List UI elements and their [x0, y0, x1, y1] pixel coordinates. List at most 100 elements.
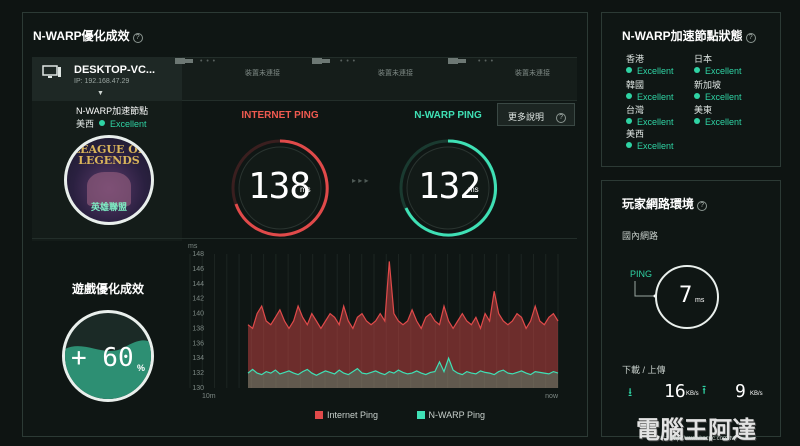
legend-nwarp: N-WARP Ping	[416, 410, 485, 420]
node-status: Excellent	[626, 91, 674, 103]
status-dot	[694, 93, 700, 99]
ping-history-chart: ms 130 132 134 136 138 140 142 144 146 148 10m now	[188, 243, 559, 400]
device-ip: IP: 192.168.47.29	[74, 78, 130, 85]
status-dot	[626, 93, 632, 99]
legend-swatch	[416, 411, 425, 419]
node-status: Excellent	[626, 116, 674, 128]
transfer-label: 下載 / 上傳	[622, 365, 666, 375]
slot-dots: • • •	[200, 58, 216, 65]
y-tick-label: 140	[192, 311, 204, 318]
plug-icon	[448, 58, 466, 64]
node-heading: N-WARP加速節點	[76, 106, 149, 116]
y-tick-label: 132	[192, 370, 204, 377]
legend-internet: Internet Ping	[315, 410, 378, 420]
more-info-button[interactable]: 更多說明?	[497, 103, 575, 126]
help-icon[interactable]: ?	[745, 33, 756, 43]
nwarp-ping-unit: ms	[468, 185, 479, 194]
node-region: 美西	[76, 119, 95, 129]
help-icon: ?	[556, 113, 567, 123]
chart-legend: Internet Ping N-WARP Ping	[315, 405, 485, 423]
y-axis-unit: ms	[188, 243, 198, 250]
y-tick-label: 144	[192, 281, 204, 288]
panel-title: N-WARP加速節點狀態?	[622, 27, 756, 44]
nodes-status-panel: N-WARP加速節點狀態? 香港 Excellent 日本 Excellent 韓國 Ex…	[601, 12, 781, 167]
slot-dots: • • •	[340, 58, 356, 65]
y-tick-label: 130	[192, 385, 204, 392]
arrows-icon: ▸ ▸ ▸	[352, 176, 369, 185]
node-status: Excellent	[626, 65, 674, 77]
upload-value: 9	[735, 381, 746, 402]
slot-status-1: 裝置未連接	[245, 70, 280, 77]
internet-ping-label: INTERNET PING	[241, 110, 319, 121]
status-dot	[694, 67, 700, 73]
domestic-label: 國內網路	[622, 231, 659, 241]
help-icon[interactable]: ?	[132, 33, 143, 43]
internet-ping-unit: ms	[300, 185, 311, 194]
node-name: 美西	[626, 129, 645, 139]
nwarp-ping-label: N-WARP PING	[414, 110, 482, 121]
upload-icon: ⭱	[702, 383, 707, 397]
node-status: Excellent	[694, 116, 742, 128]
x-tick-label: 10m	[202, 393, 216, 400]
game-name: 英雄聯盟	[90, 202, 127, 212]
optimization-label: 遊戲優化成效	[72, 282, 145, 296]
download-unit: KB/s	[686, 391, 699, 397]
y-tick-label: 146	[192, 266, 204, 273]
y-tick-label: 142	[192, 296, 204, 303]
monitor-icon	[42, 65, 61, 78]
optimization-unit: %	[137, 363, 146, 373]
node-status: Excellent	[694, 91, 742, 103]
plug-icon	[175, 58, 193, 64]
status-dot	[694, 118, 700, 124]
plug-icon	[312, 58, 330, 64]
status-dot	[626, 142, 632, 148]
panel-title: 玩家網路環境?	[622, 195, 708, 212]
node-status-text: Excellent	[110, 119, 147, 129]
node-status: 美西 Excellent	[76, 117, 147, 130]
divider	[32, 238, 577, 239]
device-cell[interactable]: DESKTOP-VC... IP: 192.168.47.29 ▼	[32, 57, 182, 101]
optimization-gauge: + 60 %	[62, 310, 154, 402]
legend-swatch	[315, 411, 323, 419]
download-value: 16	[664, 381, 686, 402]
node-item: 香港 Excellent	[626, 53, 674, 77]
node-status: Excellent	[626, 140, 674, 152]
node-item: 美東 Excellent	[694, 104, 742, 128]
node-item: 新加坡 Excellent	[694, 79, 742, 103]
device-name: DESKTOP-VC...	[74, 64, 156, 76]
slot-dots: • • •	[478, 58, 494, 65]
node-item: 日本 Excellent	[694, 53, 742, 77]
download-icon: ⭳	[628, 385, 633, 399]
node-name: 新加坡	[694, 80, 722, 90]
ping-label: PING	[630, 269, 653, 279]
watermark-url: http://www.kocpc.com.tw	[670, 436, 736, 442]
status-dot	[626, 67, 632, 73]
y-tick-label: 134	[192, 355, 204, 362]
slot-status-3: 裝置未連接	[515, 70, 550, 77]
node-name: 台灣	[626, 105, 645, 115]
help-icon[interactable]: ?	[697, 201, 708, 211]
upload-unit: KB/s	[750, 391, 763, 397]
node-name: 日本	[694, 54, 713, 64]
optimization-value: + 60	[71, 343, 134, 373]
game-logo: LEAGUE OF LEGENDS	[72, 143, 146, 167]
ping-unit: ms	[695, 297, 705, 304]
ping-value: 7	[679, 283, 693, 308]
status-dot	[99, 120, 106, 126]
x-tick-label: now	[545, 393, 559, 400]
node-name: 韓國	[626, 80, 645, 90]
y-tick-label: 136	[192, 340, 204, 347]
slot-status-2: 裝置未連接	[378, 70, 413, 77]
y-tick-label: 138	[192, 325, 204, 332]
game-avatar[interactable]: LEAGUE OF LEGENDS 英雄聯盟	[64, 135, 154, 225]
panel-title: N-WARP優化成效?	[33, 27, 143, 44]
node-item: 韓國 Excellent	[626, 79, 674, 103]
node-status: Excellent	[694, 65, 742, 77]
status-dot	[626, 118, 632, 124]
player-network-panel: 玩家網路環境? 國內網路 PING 7 ms 下載 / 上傳 ⭳ 16 KB/s…	[601, 180, 781, 437]
chevron-down-icon: ▼	[97, 90, 104, 97]
node-item: 美西 Excellent	[626, 128, 674, 152]
node-item: 台灣 Excellent	[626, 104, 674, 128]
node-name: 香港	[626, 54, 645, 64]
node-name: 美東	[694, 105, 713, 115]
